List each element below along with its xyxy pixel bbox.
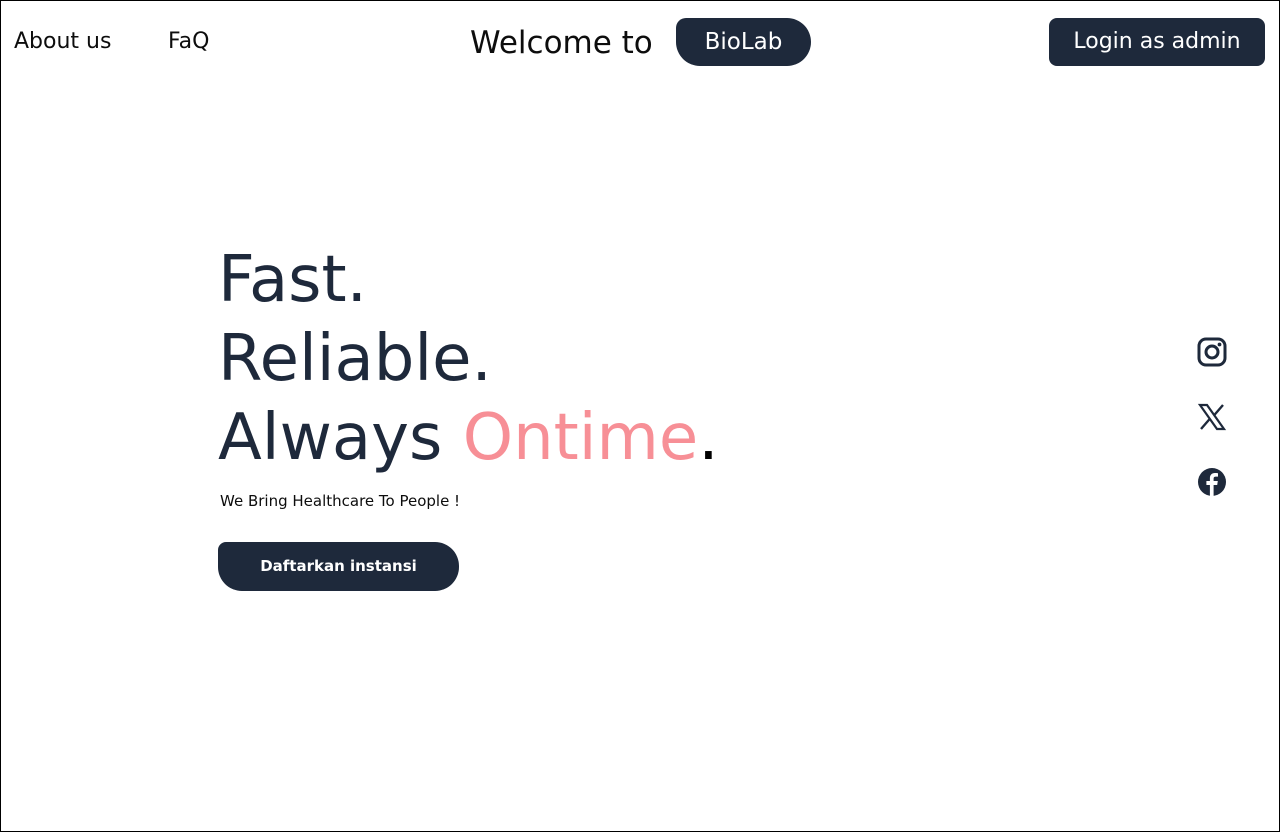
hero-line-always: Always <box>218 401 443 475</box>
instagram-icon[interactable] <box>1196 336 1228 368</box>
hero-line-reliable: Reliable. <box>218 322 492 396</box>
hero-accent-ontime: Ontime <box>462 401 699 475</box>
brand-logo-pill: BioLab <box>676 18 811 66</box>
nav-link-about-us[interactable]: About us <box>14 28 111 56</box>
nav-link-faq[interactable]: FaQ <box>168 28 209 56</box>
hero-period: . <box>698 401 719 475</box>
landing-page: About us FaQ Welcome to BioLab Login as … <box>0 0 1280 832</box>
hero-subtitle: We Bring Healthcare To People ! <box>220 492 461 510</box>
login-admin-button[interactable]: Login as admin <box>1049 18 1265 66</box>
welcome-text: Welcome to <box>470 25 653 61</box>
hero-line-always-ontime: Always Ontime. <box>218 399 719 477</box>
hero-line-fast: Fast. <box>218 243 367 317</box>
register-institution-button[interactable]: Daftarkan instansi <box>218 542 459 591</box>
facebook-icon[interactable] <box>1196 466 1228 498</box>
x-twitter-icon[interactable] <box>1196 401 1228 433</box>
